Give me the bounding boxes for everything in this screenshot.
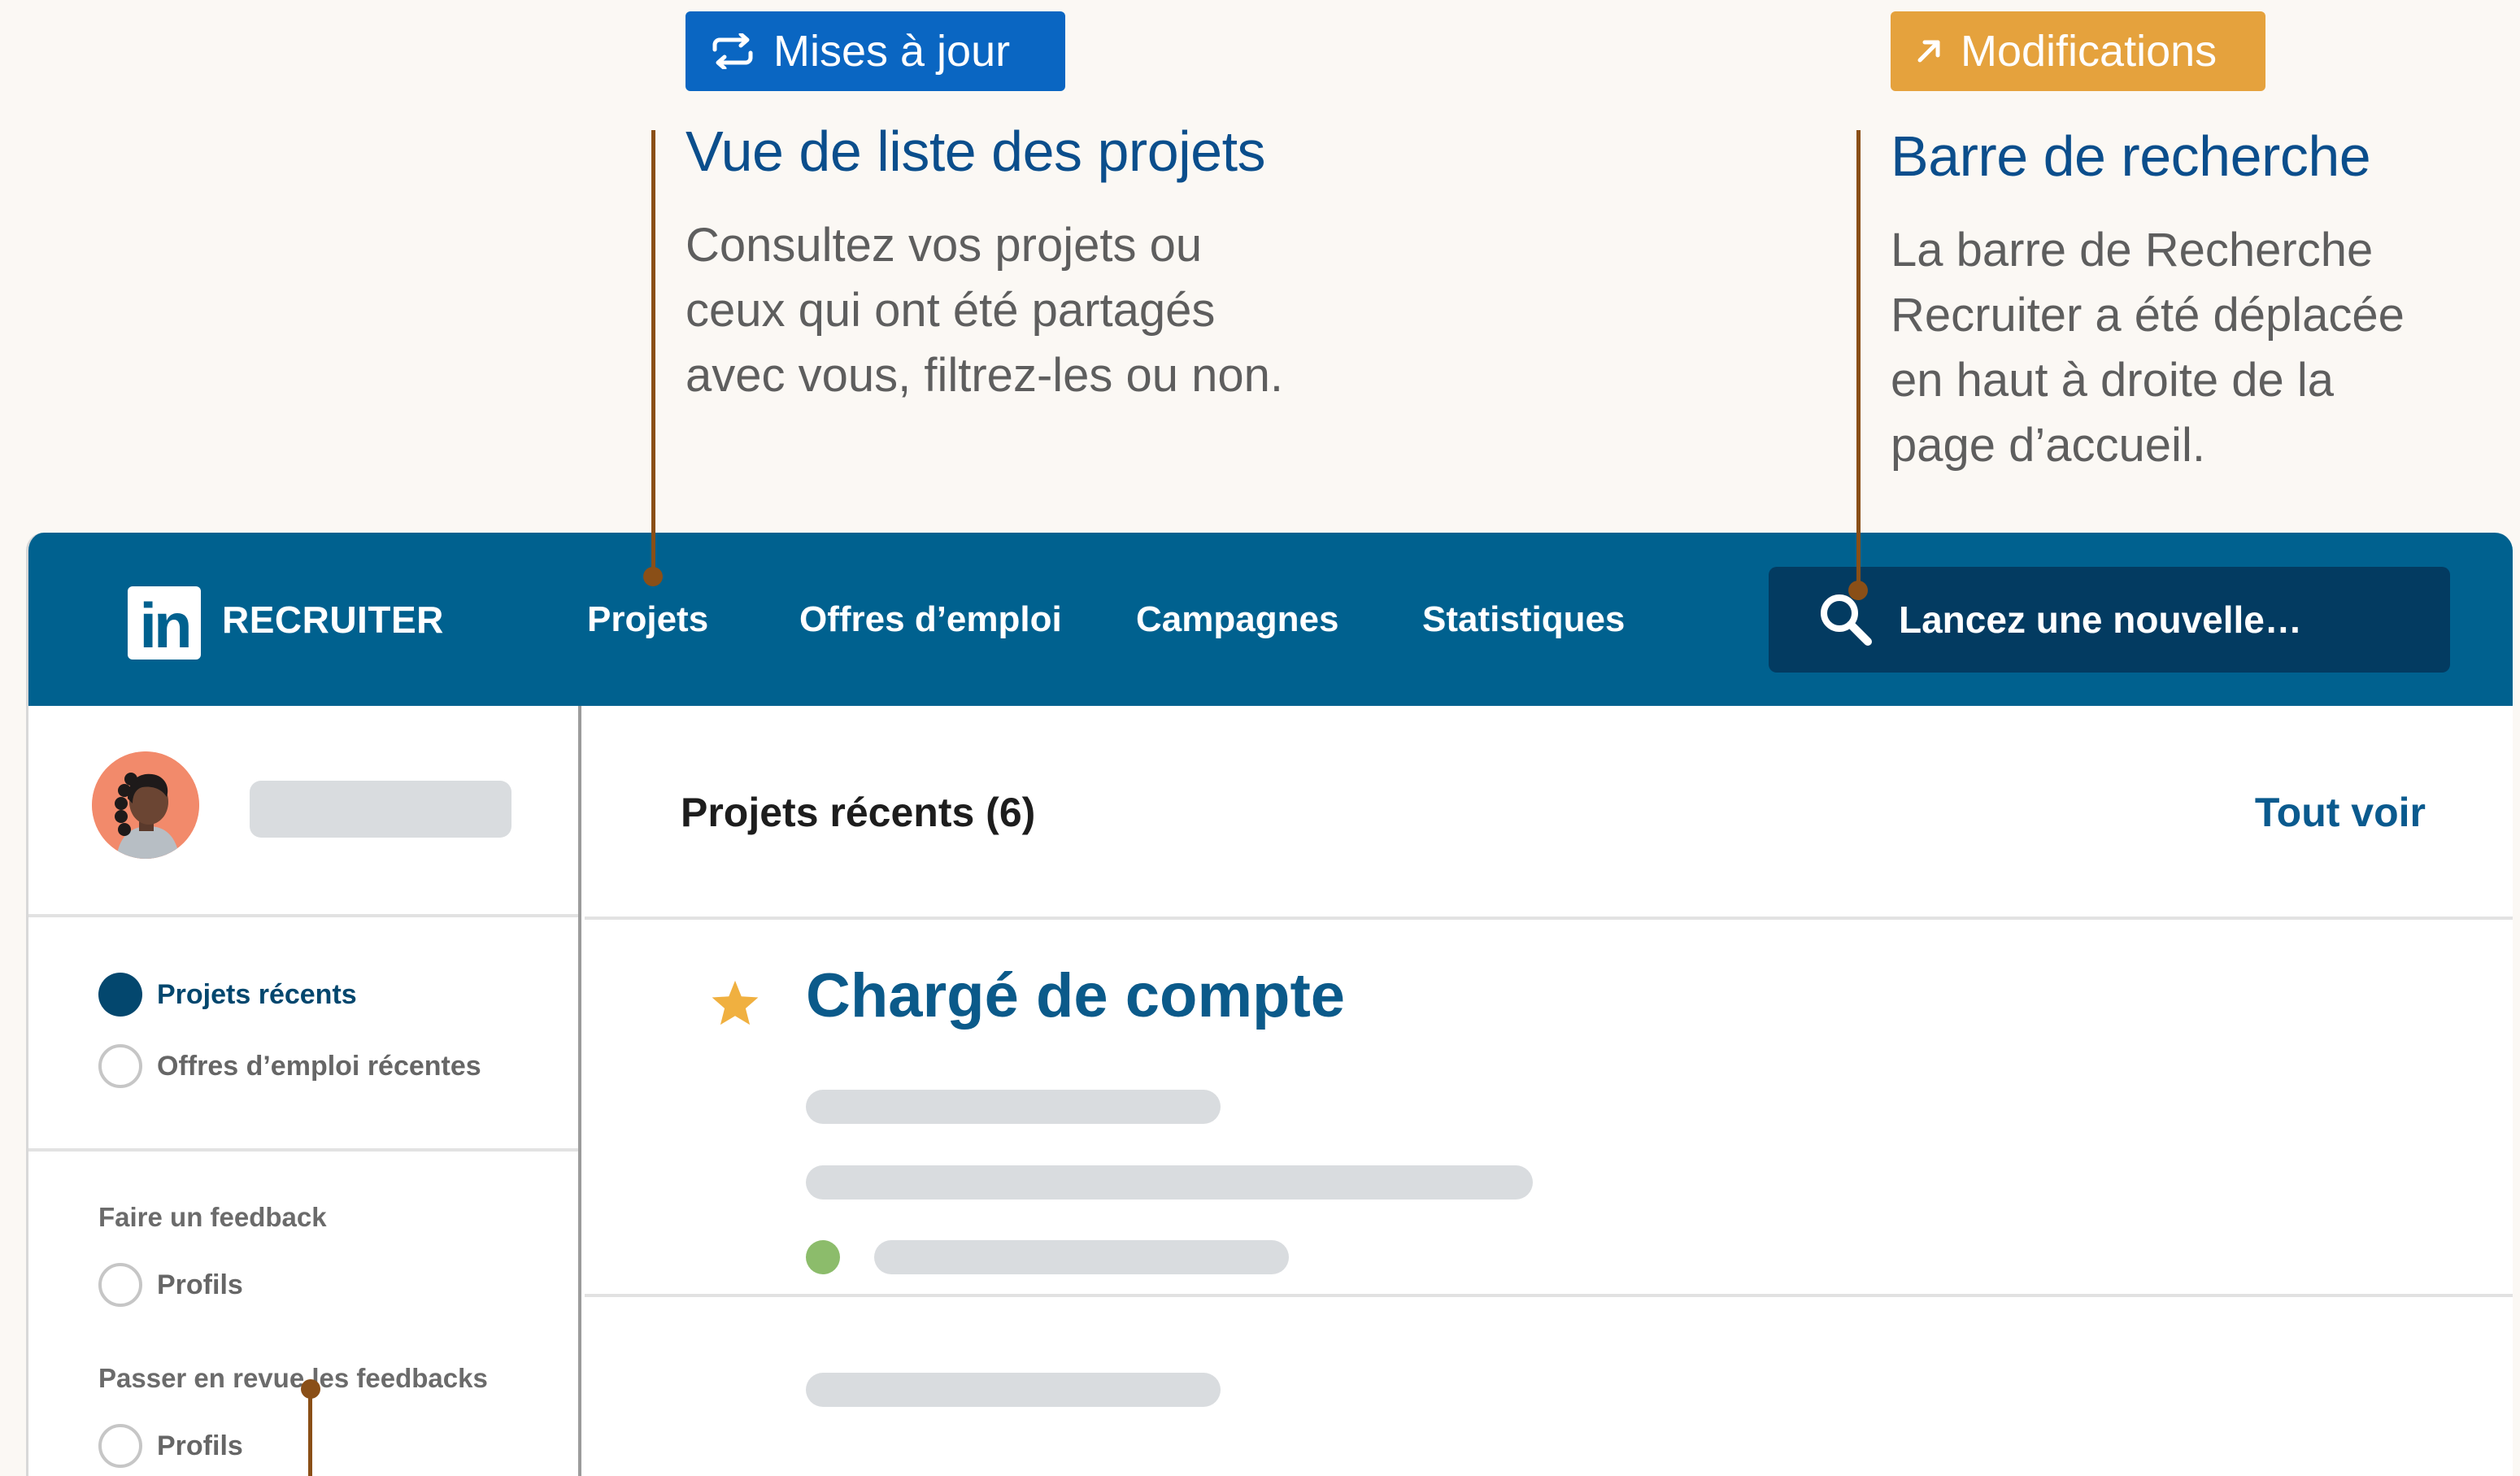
radio-unchecked-icon[interactable] (98, 1044, 142, 1088)
recruiter-app-window: in RECRUITER Projets Offres d’emploi Cam… (26, 533, 2513, 1476)
nav-item-jobs[interactable]: Offres d’emploi (799, 599, 1062, 640)
profile-section (28, 706, 578, 917)
skeleton-line (806, 1165, 1533, 1200)
nav-item-statistics[interactable]: Statistiques (1422, 599, 1625, 640)
feedback-profiles-option[interactable]: Profils (98, 1263, 243, 1307)
changes-badge: Modifications (1891, 11, 2265, 91)
search-icon (1816, 590, 1876, 650)
filter-recent-projects[interactable]: Projets récents (98, 973, 357, 1017)
section-title: Projets récents (6) (681, 789, 1035, 836)
recent-projects-header: Projets récents (6) Tout voir (585, 706, 2513, 920)
radio-checked-icon[interactable] (98, 973, 142, 1017)
option-label: Profils (157, 1269, 243, 1301)
updates-badge-label: Mises à jour (773, 26, 1010, 76)
brand-name: RECRUITER (222, 598, 444, 642)
avatar-illustration (92, 751, 199, 859)
refresh-arrows-icon (710, 33, 755, 69)
radio-unchecked-icon[interactable] (98, 1424, 142, 1468)
updates-callout-title: Vue de liste des projets (685, 119, 1265, 184)
radio-unchecked-icon[interactable] (98, 1263, 142, 1307)
filter-recent-jobs[interactable]: Offres d’emploi récentes (98, 1044, 481, 1088)
see-all-link[interactable]: Tout voir (2255, 789, 2426, 836)
search-bar[interactable] (1769, 567, 2450, 673)
project-card[interactable]: Chargé de compte (585, 923, 2513, 1297)
skeleton-line (806, 1090, 1221, 1124)
feedback-heading: Faire un feedback (98, 1202, 327, 1233)
top-navigation-bar: in RECRUITER Projets Offres d’emploi Cam… (28, 533, 2513, 706)
status-dot (806, 1240, 840, 1274)
recent-filter-group: Projets récents Offres d’emploi récentes (28, 917, 578, 1152)
updates-connector-line (651, 130, 655, 577)
avatar[interactable] (92, 751, 199, 859)
arrow-up-right-icon (1915, 37, 1943, 65)
changes-callout-text: La barre de Recherche Recruiter a été dé… (1891, 218, 2405, 478)
feedback-connector-line (308, 1389, 312, 1476)
changes-connector-line (1856, 130, 1861, 586)
nav-item-projects[interactable]: Projets (587, 599, 708, 640)
skeleton-line (874, 1240, 1289, 1274)
star-icon[interactable] (710, 978, 760, 1027)
option-label: Profils (157, 1430, 243, 1462)
skeleton-line (806, 1373, 1221, 1407)
changes-callout-title: Barre de recherche (1891, 124, 2370, 189)
nav-item-campaigns[interactable]: Campagnes (1136, 599, 1338, 640)
project-title[interactable]: Chargé de compte (806, 960, 1345, 1031)
updates-badge: Mises à jour (685, 11, 1065, 91)
changes-badge-label: Modifications (1961, 26, 2217, 76)
search-input[interactable] (1899, 598, 2419, 642)
review-feedback-heading: Passer en revue les feedbacks (98, 1363, 488, 1394)
review-profiles-option[interactable]: Profils (98, 1424, 243, 1468)
updates-connector-dot (643, 567, 663, 586)
name-placeholder (250, 781, 511, 838)
updates-callout-text: Consultez vos projets ou ceux qui ont ét… (685, 213, 1283, 408)
main-content: Projets récents (6) Tout voir Chargé de … (585, 706, 2513, 1476)
linkedin-logo[interactable]: in (128, 586, 201, 660)
sidebar: Projets récents Offres d’emploi récentes… (28, 706, 581, 1476)
filter-label: Projets récents (157, 979, 357, 1011)
filter-label: Offres d’emploi récentes (157, 1051, 481, 1082)
changes-connector-dot (1848, 581, 1868, 600)
